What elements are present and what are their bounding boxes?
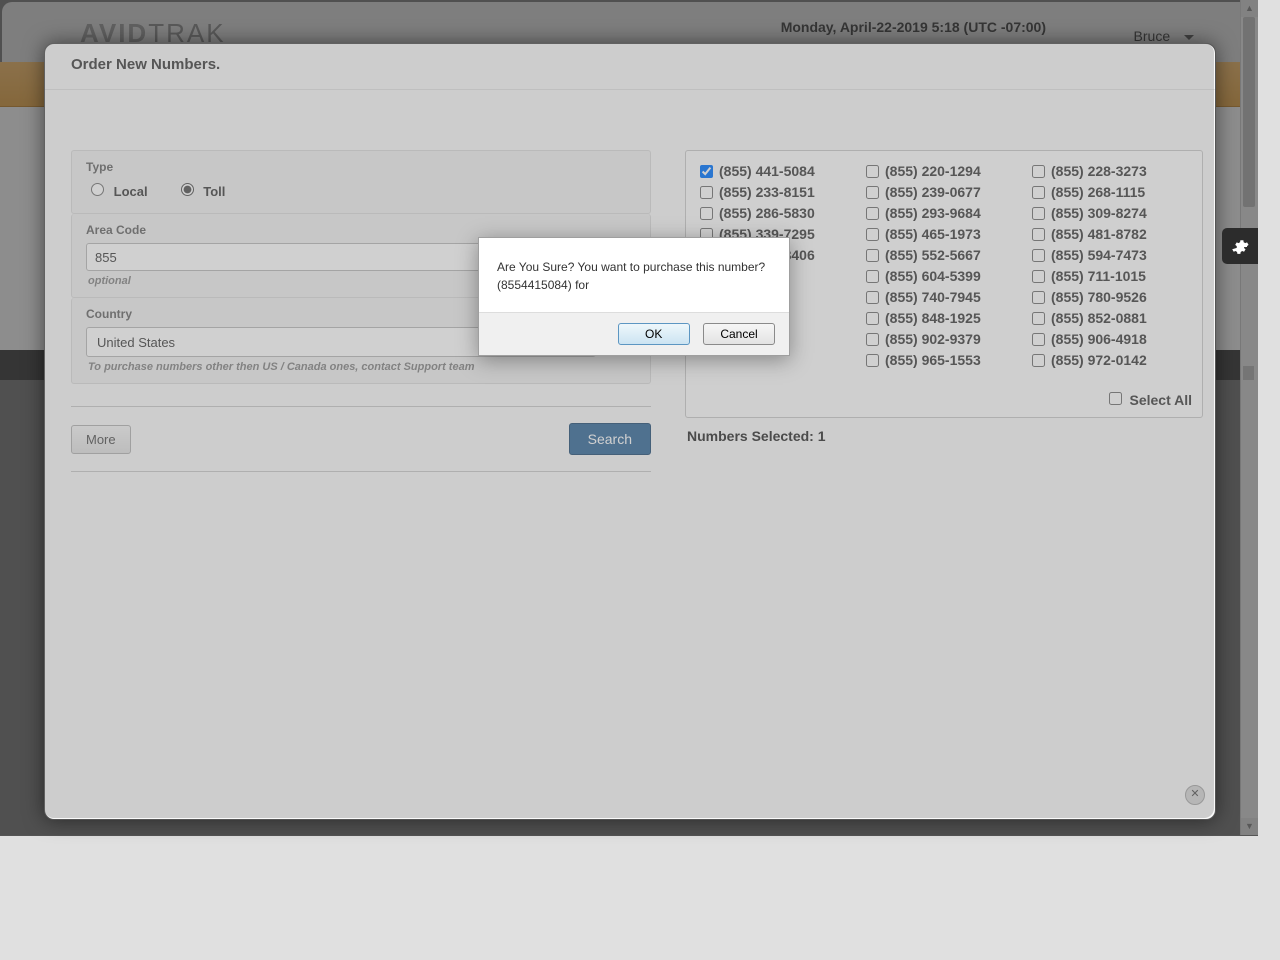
confirm-backdrop — [44, 43, 1214, 818]
confirm-dialog: Are You Sure? You want to purchase this … — [478, 237, 790, 356]
confirm-message-2: (8554415084) for — [497, 276, 771, 294]
confirm-ok-button[interactable]: OK — [618, 323, 690, 345]
confirm-message-1: Are You Sure? You want to purchase this … — [497, 258, 771, 276]
gear-icon — [1231, 238, 1249, 256]
settings-tab[interactable] — [1222, 228, 1258, 264]
confirm-cancel-button[interactable]: Cancel — [703, 323, 775, 345]
